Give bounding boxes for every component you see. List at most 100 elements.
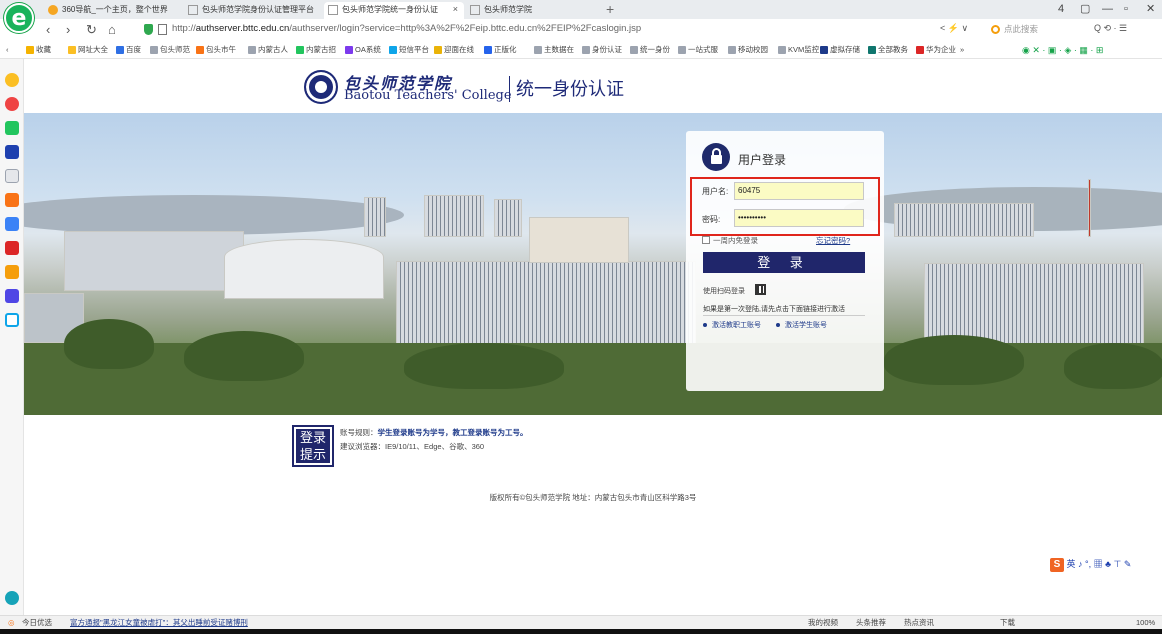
more-bookmarks-button[interactable]: »	[960, 44, 964, 56]
bookmark-icon	[534, 46, 542, 54]
school-name-en: Baotou Teachers' College	[344, 88, 512, 103]
share-lightning-icons[interactable]: < ⚡ ∨	[940, 23, 968, 34]
tab-unified-auth[interactable]: 包头师范学院统一身份认证 ×	[324, 2, 464, 19]
bookmark-item[interactable]: 百度	[116, 44, 141, 56]
tab-count-icon[interactable]: 4	[1058, 1, 1064, 17]
headline-link[interactable]: 头条推荐	[856, 617, 886, 629]
today-pick-icon[interactable]: ◎	[8, 617, 15, 629]
today-pick-label[interactable]: 今日优选	[22, 617, 52, 629]
bookmark-item[interactable]: 华为企业	[916, 44, 956, 56]
news-icon[interactable]	[5, 145, 19, 159]
bookmark-item[interactable]: 包头市午	[196, 44, 236, 56]
game-icon[interactable]	[5, 193, 19, 207]
url-prefix: http://	[172, 23, 196, 34]
bookmark-item[interactable]: 全部教务	[868, 44, 908, 56]
zoom-level[interactable]: 100%	[1136, 617, 1155, 629]
favorites-star-icon[interactable]	[5, 73, 19, 87]
mail-icon[interactable]	[5, 121, 19, 135]
home-button[interactable]: ⌂	[108, 21, 116, 39]
tower-building-shape	[529, 217, 629, 263]
bookmark-item[interactable]: 网址大全	[68, 44, 108, 56]
ime-toolbar[interactable]: S 英 ♪ °, ▦ ♣ ⊤ ✎	[1050, 556, 1160, 572]
login-title: 用户登录	[738, 153, 787, 167]
bookmark-icon	[868, 46, 876, 54]
menu-icons[interactable]: Q ⟲ · ☰	[1094, 23, 1127, 34]
tab-360-nav[interactable]: 360导航_一个主页，整个世界	[44, 2, 184, 19]
address-bar: ‹ › ↻ ⌂ http://authserver.bttc.edu.cn/au…	[0, 19, 1162, 41]
qr-code-icon[interactable]	[755, 284, 766, 295]
bookmark-icon	[820, 46, 828, 54]
bookmark-item[interactable]: 收藏	[26, 44, 51, 56]
browser-tab-bar: e 360导航_一个主页，整个世界 包头师范学院身份认证管理平台 包头师范学院统…	[0, 0, 1162, 33]
download-link[interactable]: 下载	[1000, 617, 1015, 629]
weibo-icon[interactable]	[5, 97, 19, 111]
bookmark-item[interactable]: 主数据在	[534, 44, 574, 56]
lock-icon	[702, 143, 730, 171]
tower-shape	[1088, 179, 1091, 237]
browser-tip: 建议浏览器：IE9/10/11、Edge、谷歌、360	[340, 442, 485, 451]
restore-icon[interactable]: ▢	[1080, 1, 1090, 17]
bookmark-item[interactable]: 内蒙古人	[248, 44, 288, 56]
gym-building-shape	[224, 239, 384, 299]
bookmark-item[interactable]: 迎面在线	[434, 44, 474, 56]
bookmark-item[interactable]: 身份认证	[582, 44, 622, 56]
tree-shape	[404, 343, 564, 389]
forward-button[interactable]: ›	[66, 21, 70, 39]
forgot-password-link[interactable]: 忘记密码?	[816, 235, 850, 246]
refresh-button[interactable]: ↻	[86, 21, 97, 39]
bookmark-item[interactable]: 统一身份	[630, 44, 670, 56]
bookmark-item[interactable]: 正版化	[484, 44, 517, 56]
news-ticker-link[interactable]: 富方通报"黑龙江女童被虐打"：其父出睡前受证赌博刑	[70, 617, 248, 629]
hot-news-link[interactable]: 热点资讯	[904, 617, 934, 629]
bookmark-item[interactable]: 内蒙古招	[296, 44, 336, 56]
sogou-ime-icon[interactable]: S	[1050, 557, 1064, 572]
bookmark-icon	[248, 46, 256, 54]
bookmark-item[interactable]: 包头师范	[150, 44, 190, 56]
password-input[interactable]: ••••••••••	[734, 209, 864, 227]
bookmark-icon	[389, 46, 397, 54]
bilibili-icon[interactable]	[5, 289, 19, 303]
video-icon[interactable]	[5, 265, 19, 279]
pay-icon[interactable]	[5, 313, 19, 327]
copyright: 版权所有©包头师范学院 地址：内蒙古包头市青山区科学路3号	[489, 493, 697, 502]
remember-me-checkbox[interactable]: 一周内免登录	[702, 235, 758, 246]
extension-icons[interactable]: ◉ ✕ · ▣ · ◈ · ▦ · ⊞	[1022, 44, 1103, 56]
tab-school[interactable]: 包头师范学院	[466, 2, 596, 19]
close-window-button[interactable]: ✕	[1146, 1, 1155, 17]
building-shape	[894, 203, 1034, 237]
page-icon	[158, 24, 167, 35]
page-icon	[188, 5, 198, 15]
bookmark-item[interactable]: KVM监控	[778, 44, 819, 56]
browser-logo-icon[interactable]: e	[4, 3, 34, 33]
building-shape	[64, 231, 244, 291]
activate-student-link[interactable]: 激活学生账号	[776, 320, 827, 330]
bookmark-item[interactable]: OA系统	[345, 44, 381, 56]
mountain-shape	[24, 195, 404, 235]
page-content: 包头师范学院 Baotou Teachers' College 统一身份认证 用…	[24, 59, 1162, 615]
notes-icon[interactable]	[5, 169, 19, 183]
username-input[interactable]: 60475	[734, 182, 864, 200]
bookmark-item[interactable]: 短信平台	[389, 44, 429, 56]
my-video-link[interactable]: 我的视频	[808, 617, 838, 629]
school-seal-icon	[304, 70, 338, 104]
ime-tools[interactable]: 英 ♪ °, ▦ ♣ ⊤ ✎	[1067, 559, 1132, 569]
add-sidebar-icon[interactable]	[5, 591, 19, 605]
bookmarks-toggle-icon[interactable]: ‹	[6, 44, 9, 56]
new-tab-button[interactable]: +	[606, 1, 614, 17]
back-button[interactable]: ‹	[46, 21, 50, 39]
security-shield-icon[interactable]	[144, 24, 153, 35]
bookmark-item[interactable]: 移动校园	[728, 44, 768, 56]
url-field[interactable]: http://authserver.bttc.edu.cn/authserver…	[172, 23, 641, 34]
minimize-button[interactable]: —	[1102, 1, 1113, 17]
activate-staff-link[interactable]: 激活教职工账号	[703, 320, 761, 330]
hdr-icon[interactable]	[5, 241, 19, 255]
bookmark-item[interactable]: 虚拟存储	[820, 44, 860, 56]
close-tab-icon[interactable]: ×	[453, 2, 458, 17]
bookmark-item[interactable]: 一站式服	[678, 44, 718, 56]
login-button[interactable]: 登 录	[703, 252, 865, 273]
qr-login-label[interactable]: 使用扫码登录	[703, 286, 745, 296]
app-icon[interactable]	[5, 217, 19, 231]
maximize-button[interactable]: ▫	[1124, 1, 1128, 17]
os-taskbar	[0, 629, 1162, 634]
tab-identity-platform[interactable]: 包头师范学院身份认证管理平台	[184, 2, 322, 19]
